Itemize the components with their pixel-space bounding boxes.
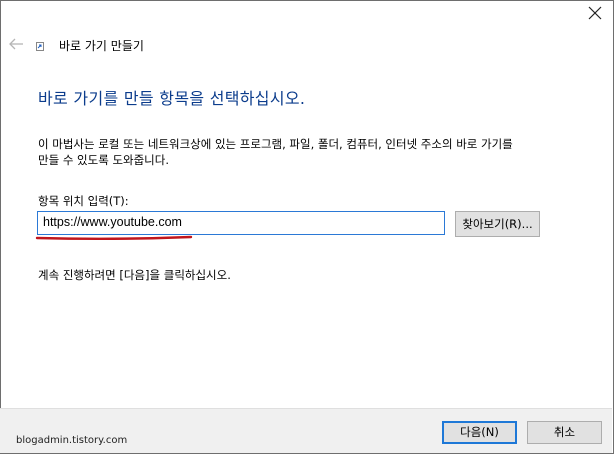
next-button[interactable]: 다음(N) [442, 421, 517, 444]
page-heading: 바로 가기를 만들 항목을 선택하십시오. [38, 89, 306, 108]
shortcut-icon [36, 42, 44, 51]
wizard-description: 이 마법사는 로컬 또는 네트워크상에 있는 프로그램, 파일, 폴더, 컴퓨터… [38, 136, 578, 168]
location-input[interactable]: https://www.youtube.com [37, 211, 445, 235]
button-bar [0, 408, 612, 453]
location-label: 항목 위치 입력(T): [38, 194, 129, 208]
watermark: blogadmin.tistory.com [16, 435, 128, 446]
continue-hint: 계속 진행하려면 [다음]을 클릭하십시오. [38, 268, 231, 282]
back-arrow-icon[interactable] [8, 37, 24, 51]
description-line-1: 이 마법사는 로컬 또는 네트워크상에 있는 프로그램, 파일, 폴더, 컴퓨터… [38, 137, 513, 151]
browse-button[interactable]: 찾아보기(R)... [455, 211, 540, 237]
description-line-2: 만들 수 있도록 도와줍니다. [38, 153, 170, 167]
cancel-button[interactable]: 취소 [527, 421, 602, 444]
red-underline-annotation [35, 235, 193, 240]
window-title: 바로 가기 만들기 [59, 39, 144, 53]
close-icon[interactable] [588, 6, 602, 20]
